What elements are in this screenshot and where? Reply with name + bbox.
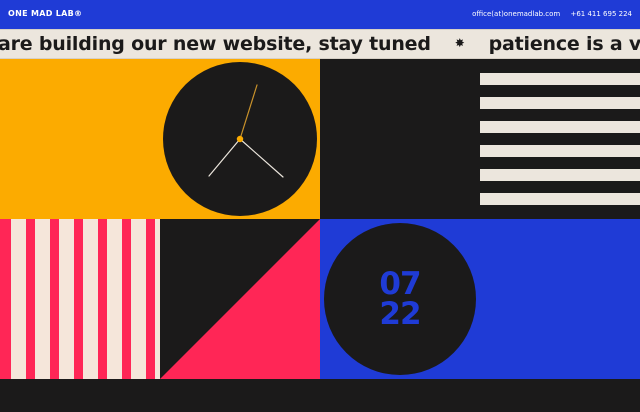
stripe: [480, 97, 640, 109]
phone-link[interactable]: +61 411 695 224: [570, 10, 632, 18]
marquee-banner: are building our new website, stay tuned…: [0, 29, 640, 59]
stripe: [50, 219, 59, 379]
top-bar: ONE MAD LAB® office(at)onemadlab.com +61…: [0, 0, 640, 29]
date-badge: 07 22: [324, 223, 476, 375]
stripe: [122, 219, 131, 379]
site-logo[interactable]: ONE MAD LAB®: [8, 9, 82, 18]
contact-info: office(at)onemadlab.com +61 411 695 224: [464, 10, 632, 18]
email-link[interactable]: office(at)onemadlab.com: [472, 10, 560, 18]
stripe: [74, 219, 83, 379]
vertical-stripes-tile: [0, 219, 160, 379]
stripe: [480, 73, 640, 85]
marquee-track: are building our new website, stay tuned…: [0, 33, 640, 55]
marquee-text-next: patience is a virtue: [488, 33, 640, 55]
marquee-text: are building our new website, stay tuned: [0, 33, 431, 55]
stripe: [480, 121, 640, 133]
date-tile: 07 22: [320, 219, 640, 379]
stripe: [26, 219, 35, 379]
triangle-tile: [160, 219, 320, 379]
stripe: [480, 145, 640, 157]
horizontal-stripes-tile: [320, 59, 640, 219]
date-year: 22: [379, 296, 421, 332]
clock-icon: [163, 62, 317, 216]
star-separator-icon: ✸: [454, 36, 465, 50]
bottom-strip: [0, 379, 640, 412]
clock-tile: [0, 59, 320, 219]
stripe: [480, 169, 640, 181]
stripe: [0, 219, 11, 379]
triangle-shape: [160, 219, 320, 379]
stripe: [98, 219, 107, 379]
stripe: [146, 219, 155, 379]
stripe: [480, 193, 640, 205]
